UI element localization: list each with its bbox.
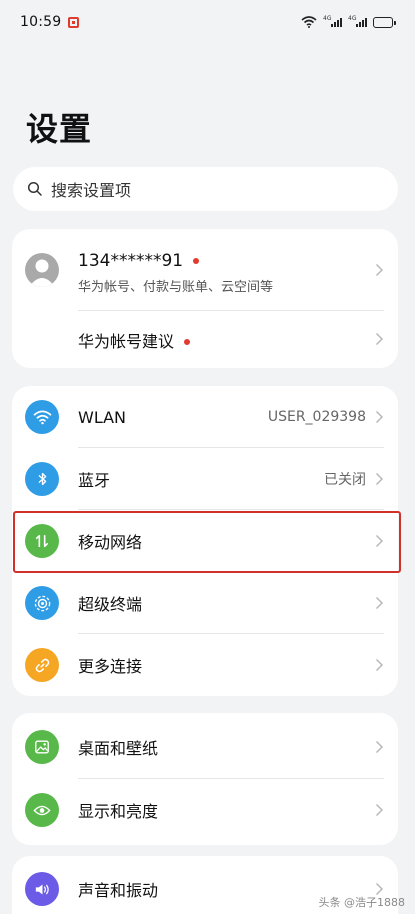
wlan-value: USER_029398: [267, 409, 366, 425]
settings-item-mobile-network[interactable]: 移动网络: [12, 510, 398, 572]
chevron-right-icon: [375, 472, 384, 486]
avatar: [25, 253, 59, 287]
account-alert-dot: [193, 258, 200, 264]
chevron-right-icon: [375, 740, 384, 754]
account-suggestion-label: 华为帐号建议: [78, 331, 175, 351]
settings-item-bluetooth[interactable]: 蓝牙 已关闭: [12, 448, 398, 510]
chevron-right-icon: [375, 596, 384, 610]
account-suggestion-line: 华为帐号建议: [78, 328, 191, 352]
chevron-right-icon: [375, 410, 384, 424]
mobile-data-icon: [25, 524, 59, 558]
suggestion-alert-dot: [184, 339, 191, 345]
page-title: 设置: [26, 110, 93, 148]
display-card: 桌面和壁纸 显示和亮度: [12, 713, 398, 845]
account-phone: 134******91: [78, 251, 184, 271]
speaker-icon: [25, 872, 59, 906]
search-icon: [27, 181, 42, 196]
status-left: 10:59: [20, 14, 80, 30]
settings-item-wlan[interactable]: WLAN USER_029398: [12, 386, 398, 448]
display-label: 显示和亮度: [78, 802, 159, 821]
chevron-right-icon: [375, 658, 384, 672]
signal-icon: 4G: [323, 15, 342, 27]
wallpaper-label: 桌面和壁纸: [78, 739, 159, 758]
settings-item-super-device[interactable]: 超级终端: [12, 572, 398, 634]
eye-icon: [25, 793, 59, 827]
chevron-right-icon: [375, 332, 384, 346]
super-device-label: 超级终端: [78, 595, 143, 614]
settings-item-more-connections[interactable]: 更多连接: [12, 634, 398, 696]
account-row[interactable]: 134******91 华为帐号、付款与账单、云空间等: [12, 229, 398, 311]
account-card: 134******91 华为帐号、付款与账单、云空间等 华为帐号建议: [12, 229, 398, 368]
wlan-label: WLAN: [78, 407, 127, 427]
notification-icon: [68, 16, 80, 28]
status-time: 10:59: [20, 14, 62, 30]
status-bar: 10:59 4G 4G: [0, 0, 415, 44]
search-placeholder: 搜索设置项: [51, 181, 132, 200]
settings-item-wallpaper[interactable]: 桌面和壁纸: [12, 715, 398, 779]
wifi-status-icon: [301, 16, 317, 28]
chevron-right-icon: [375, 803, 384, 817]
wallpaper-icon: [25, 730, 59, 764]
account-subtitle: 华为帐号、付款与账单、云空间等: [78, 280, 274, 295]
account-suggestion-row[interactable]: 华为帐号建议: [12, 311, 398, 368]
mobile-network-label: 移动网络: [78, 533, 143, 552]
wifi-icon: [25, 400, 59, 434]
chevron-right-icon: [375, 263, 384, 277]
bluetooth-icon: [25, 462, 59, 496]
signal-icon-2: 4G: [348, 15, 367, 27]
super-device-icon: [25, 586, 59, 620]
bluetooth-label: 蓝牙: [78, 471, 111, 490]
sound-label: 声音和振动: [78, 881, 159, 900]
account-phone-line: 134******91: [78, 250, 273, 272]
watermark: 头条 @浩子1888: [318, 896, 406, 909]
connectivity-card: WLAN USER_029398 蓝牙 已关闭 移动网络 超级终端 更多连接: [12, 386, 398, 696]
battery-icon: [373, 16, 396, 28]
avatar-person-icon: [29, 259, 55, 287]
search-input[interactable]: 搜索设置项: [13, 167, 398, 211]
bluetooth-value: 已关闭: [324, 472, 366, 488]
chevron-right-icon: [375, 534, 384, 548]
settings-item-display[interactable]: 显示和亮度: [12, 779, 398, 841]
status-right: 4G 4G: [301, 15, 396, 28]
link-icon: [25, 648, 59, 682]
more-connections-label: 更多连接: [78, 657, 143, 676]
